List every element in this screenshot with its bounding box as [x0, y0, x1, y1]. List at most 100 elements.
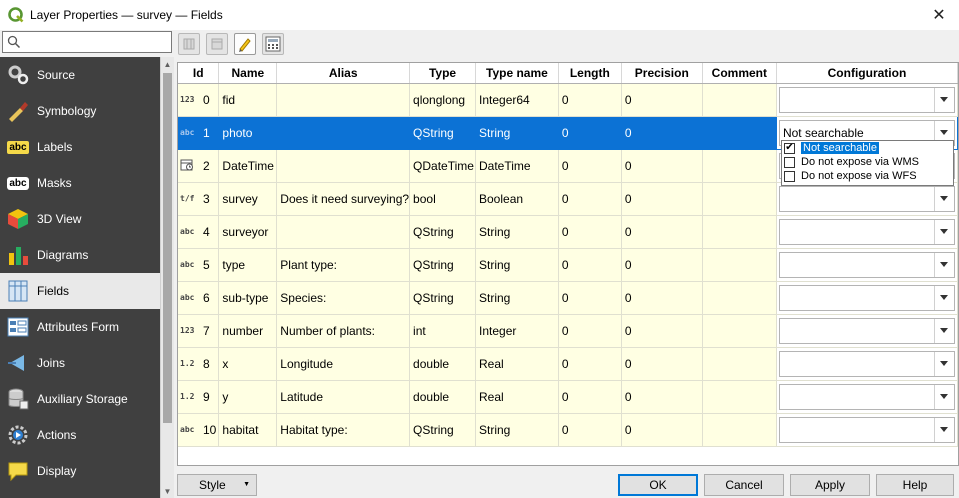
- precision-cell[interactable]: 0: [621, 182, 703, 216]
- length-cell[interactable]: 0: [558, 83, 622, 117]
- table-row[interactable]: abc 4 surveyor QString String 0 0: [178, 215, 958, 249]
- scroll-down-icon[interactable]: ▼: [161, 484, 174, 498]
- sidebar-item-joins[interactable]: Joins: [0, 345, 160, 381]
- table-row[interactable]: abc 6 sub-type Species: QString String 0 …: [178, 281, 958, 315]
- type-name-cell[interactable]: String: [475, 413, 559, 447]
- sidebar-item-fields[interactable]: Fields: [0, 273, 160, 309]
- length-cell[interactable]: 0: [558, 182, 622, 216]
- delete-field-button[interactable]: [206, 33, 228, 55]
- type-name-cell[interactable]: String: [475, 215, 559, 249]
- type-cell[interactable]: double: [409, 380, 476, 414]
- sidebar-scrollbar[interactable]: ▲ ▼: [160, 57, 174, 498]
- name-cell[interactable]: habitat: [218, 413, 278, 447]
- comment-cell[interactable]: [702, 215, 777, 249]
- id-cell[interactable]: 123 7: [178, 314, 220, 348]
- alias-cell[interactable]: [276, 83, 411, 117]
- sidebar-item-3d-view[interactable]: 3D View: [0, 201, 160, 237]
- length-cell[interactable]: 0: [558, 413, 622, 447]
- configuration-combo[interactable]: [778, 218, 955, 245]
- type-name-cell[interactable]: Real: [475, 347, 559, 381]
- configuration-combo[interactable]: [778, 284, 955, 311]
- precision-cell[interactable]: 0: [621, 116, 703, 150]
- id-cell[interactable]: abc 10: [178, 413, 220, 447]
- id-cell[interactable]: abc 1: [178, 116, 220, 150]
- column-header-comment[interactable]: Comment: [702, 63, 777, 84]
- alias-cell[interactable]: [276, 149, 411, 183]
- type-name-cell[interactable]: Integer64: [475, 83, 559, 117]
- configuration-combo[interactable]: [778, 350, 955, 377]
- sidebar-item-labels[interactable]: abc Labels: [0, 129, 160, 165]
- new-field-button[interactable]: [178, 33, 200, 55]
- option-no-wms[interactable]: Do not expose via WMS: [782, 155, 953, 169]
- type-cell[interactable]: QDateTime: [409, 149, 476, 183]
- sidebar-item-auxiliary-storage[interactable]: Auxiliary Storage: [0, 381, 160, 417]
- comment-cell[interactable]: [702, 116, 777, 150]
- id-cell[interactable]: abc 5: [178, 248, 220, 282]
- type-name-cell[interactable]: Real: [475, 380, 559, 414]
- length-cell[interactable]: 0: [558, 248, 622, 282]
- sidebar-item-source[interactable]: Source: [0, 57, 160, 93]
- precision-cell[interactable]: 0: [621, 149, 703, 183]
- type-cell[interactable]: QString: [409, 215, 476, 249]
- checkbox-icon[interactable]: [784, 170, 795, 182]
- column-header-configuration[interactable]: Configuration: [776, 63, 958, 84]
- type-cell[interactable]: QString: [409, 248, 476, 282]
- option-not-searchable[interactable]: ✔ Not searchable: [782, 141, 953, 155]
- table-row[interactable]: 1.2 9 y Latitude double Real 0 0: [178, 380, 958, 414]
- chevron-down-icon[interactable]: [933, 318, 954, 343]
- name-cell[interactable]: sub-type: [218, 281, 278, 315]
- name-cell[interactable]: type: [218, 248, 278, 282]
- alias-cell[interactable]: Longitude: [276, 347, 411, 381]
- help-button[interactable]: Help: [876, 474, 954, 496]
- type-name-cell[interactable]: String: [475, 281, 559, 315]
- column-header-alias[interactable]: Alias: [276, 63, 411, 84]
- type-name-cell[interactable]: DateTime: [475, 149, 559, 183]
- precision-cell[interactable]: 0: [621, 380, 703, 414]
- table-row[interactable]: abc 10 habitat Habitat type: QString Stri…: [178, 413, 958, 447]
- configuration-combo[interactable]: [778, 317, 955, 344]
- name-cell[interactable]: y: [218, 380, 278, 414]
- alias-cell[interactable]: Does it need surveying?: [276, 182, 411, 216]
- field-calculator-button[interactable]: [262, 33, 284, 55]
- configuration-combo[interactable]: [778, 383, 955, 410]
- checkbox-icon[interactable]: [784, 156, 795, 168]
- name-cell[interactable]: fid: [218, 83, 278, 117]
- type-name-cell[interactable]: Integer: [475, 314, 559, 348]
- comment-cell[interactable]: [702, 281, 777, 315]
- table-row[interactable]: 1.2 8 x Longitude double Real 0 0: [178, 347, 958, 381]
- length-cell[interactable]: 0: [558, 347, 622, 381]
- sidebar-item-actions[interactable]: Actions: [0, 417, 160, 453]
- scroll-up-icon[interactable]: ▲: [161, 57, 174, 71]
- precision-cell[interactable]: 0: [621, 413, 703, 447]
- name-cell[interactable]: surveyor: [218, 215, 278, 249]
- precision-cell[interactable]: 0: [621, 248, 703, 282]
- type-cell[interactable]: int: [409, 314, 476, 348]
- alias-cell[interactable]: [276, 116, 411, 150]
- column-header-name[interactable]: Name: [218, 63, 278, 84]
- length-cell[interactable]: 0: [558, 215, 622, 249]
- length-cell[interactable]: 0: [558, 149, 622, 183]
- id-cell[interactable]: abc 6: [178, 281, 220, 315]
- column-header-id[interactable]: Id: [178, 63, 220, 84]
- style-button[interactable]: Style ▼: [177, 474, 257, 496]
- configuration-combo[interactable]: [778, 185, 955, 212]
- length-cell[interactable]: 0: [558, 281, 622, 315]
- option-no-wfs[interactable]: Do not expose via WFS: [782, 169, 953, 183]
- length-cell[interactable]: 0: [558, 116, 622, 150]
- type-cell[interactable]: double: [409, 347, 476, 381]
- chevron-down-icon[interactable]: [933, 351, 954, 376]
- column-header-type[interactable]: Type: [409, 63, 476, 84]
- type-cell[interactable]: QString: [409, 116, 476, 150]
- sidebar-item-symbology[interactable]: Symbology: [0, 93, 160, 129]
- precision-cell[interactable]: 0: [621, 347, 703, 381]
- column-header-length[interactable]: Length: [558, 63, 622, 84]
- table-row[interactable]: abc 5 type Plant type: QString String 0 0: [178, 248, 958, 282]
- alias-cell[interactable]: Species:: [276, 281, 411, 315]
- type-cell[interactable]: qlonglong: [409, 83, 476, 117]
- chevron-down-icon[interactable]: [933, 186, 954, 211]
- comment-cell[interactable]: [702, 413, 777, 447]
- comment-cell[interactable]: [702, 149, 777, 183]
- name-cell[interactable]: x: [218, 347, 278, 381]
- search-input[interactable]: [2, 31, 172, 53]
- scrollbar-thumb[interactable]: [163, 73, 172, 423]
